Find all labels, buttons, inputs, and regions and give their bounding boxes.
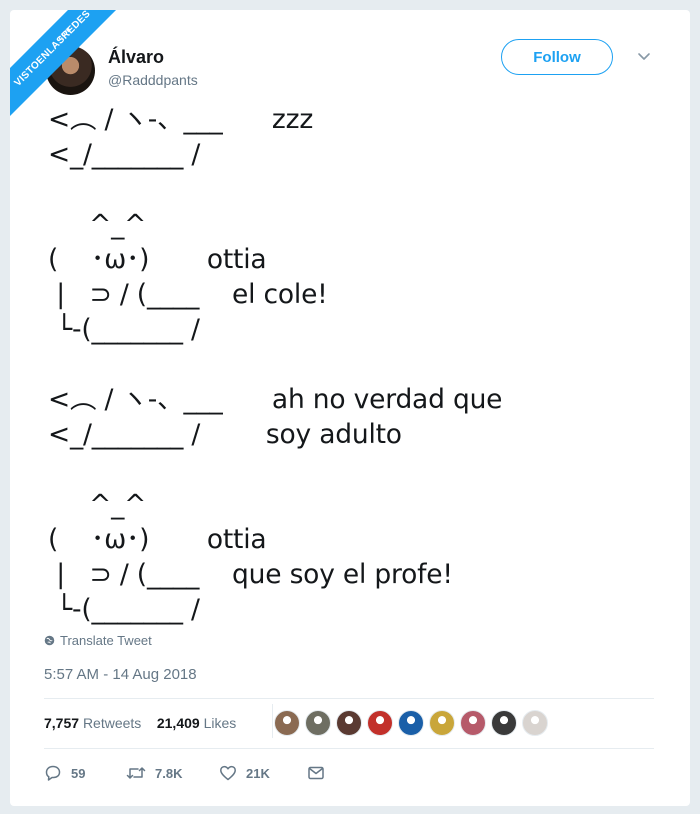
liker-avatar[interactable] [429, 710, 455, 736]
action-bar: 59 7.8K 21K [44, 764, 325, 782]
direct-message-button[interactable] [307, 764, 325, 782]
retweets-label: Retweets [82, 715, 142, 731]
retweets-stat[interactable]: 7,757 Retweets [44, 715, 141, 731]
liker-avatar[interactable] [336, 710, 362, 736]
engagement-stats: 7,757 Retweets 21,409 Likes [44, 715, 236, 731]
liker-avatar[interactable] [398, 710, 424, 736]
liker-avatar[interactable] [274, 710, 300, 736]
reply-button[interactable]: 59 [44, 764, 126, 782]
chevron-down-icon[interactable] [636, 48, 652, 64]
tweet-text: <︵ / ヽ-、___ zzz <_/_______ / ^_^ ( ･ω･) … [48, 104, 503, 625]
timestamp[interactable]: 5:57 AM - 14 Aug 2018 [44, 666, 197, 683]
liker-avatar[interactable] [305, 710, 331, 736]
likes-label: Likes [203, 715, 237, 731]
tweet-card: VISTOENLASREDES .com Álvaro @Radddpants … [10, 10, 690, 806]
likes-count: 21,409 [156, 715, 200, 731]
retweets-count: 7,757 [44, 715, 80, 731]
like-count: 21K [246, 765, 270, 781]
liker-avatars [274, 710, 548, 736]
follow-button[interactable]: Follow [501, 39, 613, 75]
globe-icon [44, 635, 55, 646]
liker-avatar[interactable] [460, 710, 486, 736]
retweet-button[interactable]: 7.8K [126, 764, 219, 782]
translate-tweet-link[interactable]: Translate Tweet [44, 633, 152, 648]
heart-icon [220, 765, 236, 781]
author-name[interactable]: Álvaro [108, 47, 164, 68]
like-button[interactable]: 21K [219, 764, 307, 782]
reply-count: 59 [71, 765, 86, 781]
retweet-count: 7.8K [155, 765, 183, 781]
reply-icon [45, 765, 61, 781]
liker-avatar[interactable] [491, 710, 517, 736]
envelope-icon [308, 766, 324, 780]
retweet-icon [126, 767, 146, 779]
translate-label: Translate Tweet [60, 633, 152, 648]
liker-avatar[interactable] [522, 710, 548, 736]
divider-top [44, 698, 654, 699]
author-handle[interactable]: @Radddpants [108, 72, 198, 88]
divider-bottom [44, 748, 654, 749]
likes-stat[interactable]: 21,409 Likes [157, 715, 236, 731]
liker-avatar[interactable] [367, 710, 393, 736]
stats-separator [272, 704, 273, 738]
